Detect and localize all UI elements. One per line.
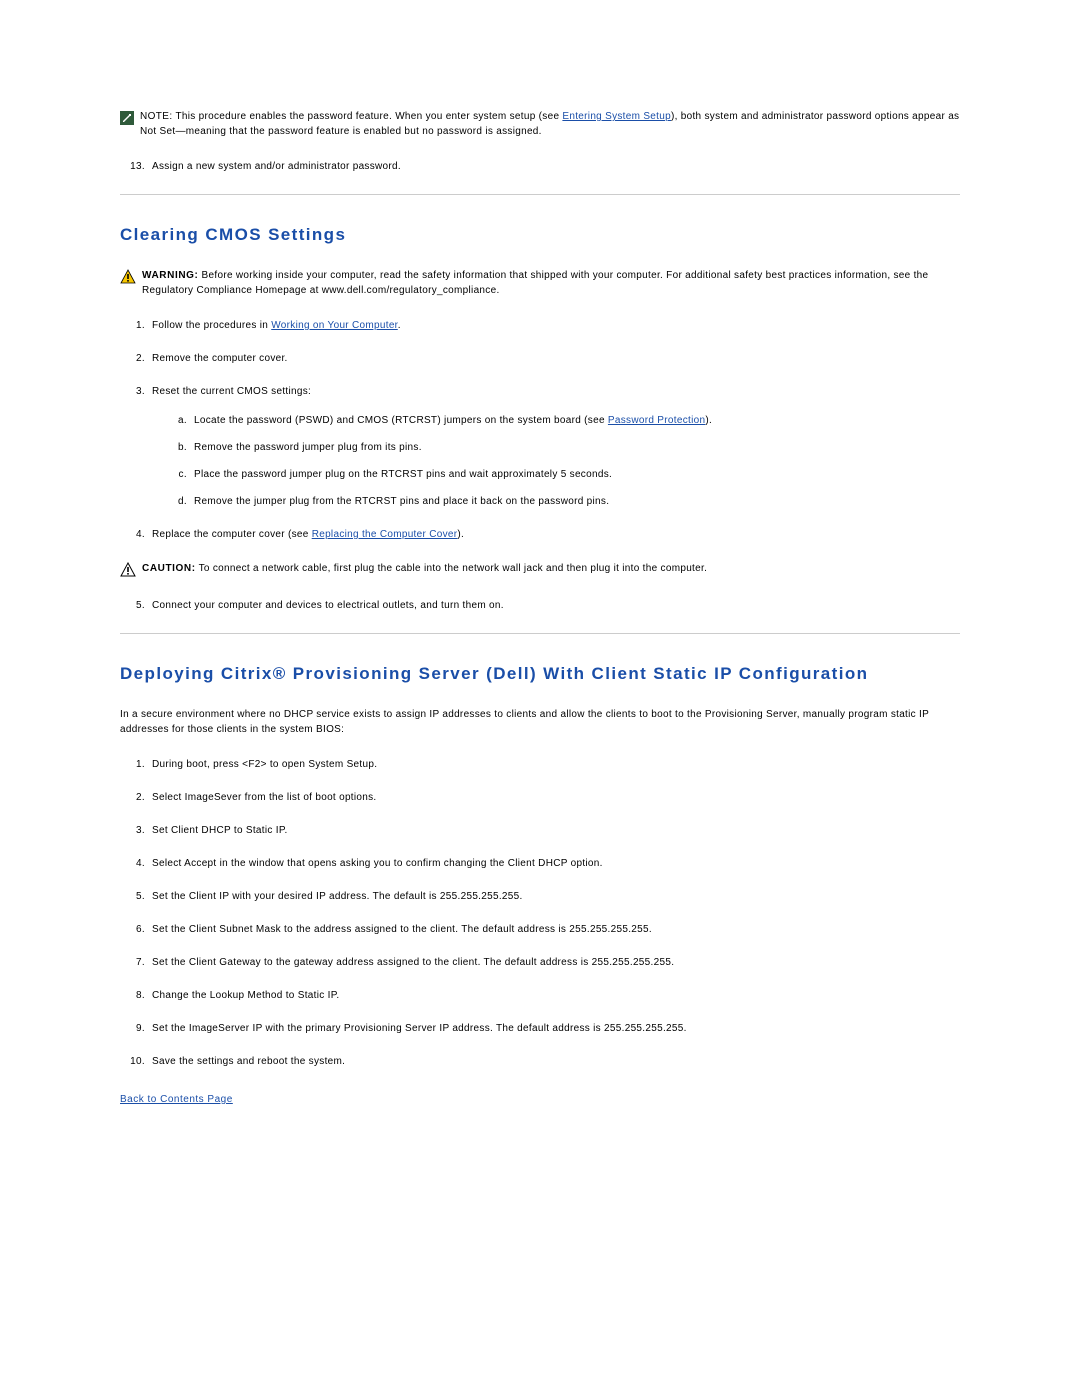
step-13: Assign a new system and/or administrator… — [148, 159, 960, 174]
cmos-heading: Clearing CMOS Settings — [120, 225, 960, 245]
citrix-step-10: Save the settings and reboot the system. — [148, 1054, 960, 1069]
top-ordered-list: Assign a new system and/or administrator… — [120, 159, 960, 174]
cmos-step-1-before: Follow the procedures in — [152, 320, 271, 331]
cmos-substeps: Locate the password (PSWD) and CMOS (RTC… — [152, 413, 960, 509]
warning-label: WARNING: — [142, 270, 198, 281]
note-label: NOTE: — [140, 111, 173, 122]
caution-label: CAUTION: — [142, 563, 196, 574]
note-text: NOTE: This procedure enables the passwor… — [140, 110, 960, 139]
cmos-step-4-before: Replace the computer cover (see — [152, 529, 312, 540]
cmos-steps-list-2: Connect your computer and devices to ele… — [120, 598, 960, 613]
cmos-step-1: Follow the procedures in Working on Your… — [148, 318, 960, 333]
warning-box: WARNING: Before working inside your comp… — [120, 269, 960, 298]
page-content: NOTE: This procedure enables the passwor… — [0, 0, 1080, 1167]
caution-text: CAUTION: To connect a network cable, fir… — [142, 562, 707, 577]
note-pencil-icon — [120, 111, 134, 125]
citrix-steps-list: During boot, press <F2> to open System S… — [120, 757, 960, 1069]
divider-2 — [120, 633, 960, 634]
cmos-step-3-text: Reset the current CMOS settings: — [152, 386, 311, 397]
caution-triangle-icon — [120, 562, 136, 578]
cmos-step-5: Connect your computer and devices to ele… — [148, 598, 960, 613]
citrix-step-5: Set the Client IP with your desired IP a… — [148, 889, 960, 904]
cmos-sub-c: Place the password jumper plug on the RT… — [190, 467, 960, 482]
divider — [120, 194, 960, 195]
cmos-steps-list: Follow the procedures in Working on Your… — [120, 318, 960, 542]
replacing-computer-cover-link[interactable]: Replacing the Computer Cover — [312, 529, 458, 540]
warning-body: Before working inside your computer, rea… — [142, 270, 928, 296]
cmos-sub-b: Remove the password jumper plug from its… — [190, 440, 960, 455]
citrix-step-7: Set the Client Gateway to the gateway ad… — [148, 955, 960, 970]
citrix-step-6: Set the Client Subnet Mask to the addres… — [148, 922, 960, 937]
cmos-sub-a-after: ). — [705, 415, 712, 426]
working-on-your-computer-link[interactable]: Working on Your Computer — [271, 320, 398, 331]
note-text-before: This procedure enables the password feat… — [173, 111, 563, 122]
citrix-heading: Deploying Citrix® Provisioning Server (D… — [120, 664, 960, 684]
cmos-step-4-after: ). — [457, 529, 464, 540]
cmos-step-2: Remove the computer cover. — [148, 351, 960, 366]
citrix-step-9: Set the ImageServer IP with the primary … — [148, 1021, 960, 1036]
citrix-step-1: During boot, press <F2> to open System S… — [148, 757, 960, 772]
citrix-step-8: Change the Lookup Method to Static IP. — [148, 988, 960, 1003]
warning-text: WARNING: Before working inside your comp… — [142, 269, 960, 298]
note-box: NOTE: This procedure enables the passwor… — [120, 110, 960, 139]
cmos-step-4: Replace the computer cover (see Replacin… — [148, 527, 960, 542]
caution-body: To connect a network cable, first plug t… — [196, 563, 707, 574]
citrix-intro: In a secure environment where no DHCP se… — [120, 708, 960, 737]
cmos-step-1-after: . — [398, 320, 401, 331]
cmos-step-3: Reset the current CMOS settings: Locate … — [148, 384, 960, 509]
cmos-sub-d: Remove the jumper plug from the RTCRST p… — [190, 494, 960, 509]
entering-system-setup-link[interactable]: Entering System Setup — [562, 111, 671, 122]
back-to-contents-link[interactable]: Back to Contents Page — [120, 1094, 233, 1105]
cmos-sub-a-before: Locate the password (PSWD) and CMOS (RTC… — [194, 415, 608, 426]
caution-box: CAUTION: To connect a network cable, fir… — [120, 562, 960, 578]
citrix-step-2: Select ImageSever from the list of boot … — [148, 790, 960, 805]
citrix-step-4: Select Accept in the window that opens a… — [148, 856, 960, 871]
warning-triangle-icon — [120, 269, 136, 285]
citrix-step-3: Set Client DHCP to Static IP. — [148, 823, 960, 838]
password-protection-link[interactable]: Password Protection — [608, 415, 705, 426]
cmos-sub-a: Locate the password (PSWD) and CMOS (RTC… — [190, 413, 960, 428]
